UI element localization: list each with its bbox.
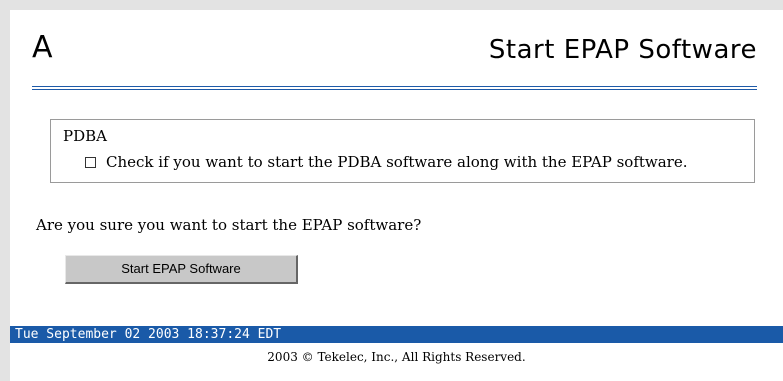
page-content: A Start EPAP Software PDBA Check if you … — [10, 10, 783, 381]
start-pdba-checkbox[interactable] — [85, 157, 96, 168]
window-frame-top — [0, 0, 783, 10]
status-bar-datetime: Tue September 02 2003 18:37:24 EDT — [10, 326, 783, 343]
copyright-footer: 2003 © Tekelec, Inc., All Rights Reserve… — [267, 350, 526, 364]
pdba-legend: PDBA — [63, 127, 107, 145]
header-divider-top — [32, 86, 757, 87]
confirm-question: Are you sure you want to start the EPAP … — [36, 216, 422, 234]
window-frame-left — [0, 0, 10, 381]
header-letter: A — [32, 30, 53, 65]
start-pdba-checkbox-label: Check if you want to start the PDBA soft… — [106, 153, 688, 171]
start-epap-button[interactable]: Start EPAP Software — [65, 255, 298, 284]
header-divider-bottom — [32, 89, 757, 90]
pdba-fieldset: PDBA Check if you want to start the PDBA… — [50, 119, 755, 183]
page-title: Start EPAP Software — [488, 35, 757, 65]
